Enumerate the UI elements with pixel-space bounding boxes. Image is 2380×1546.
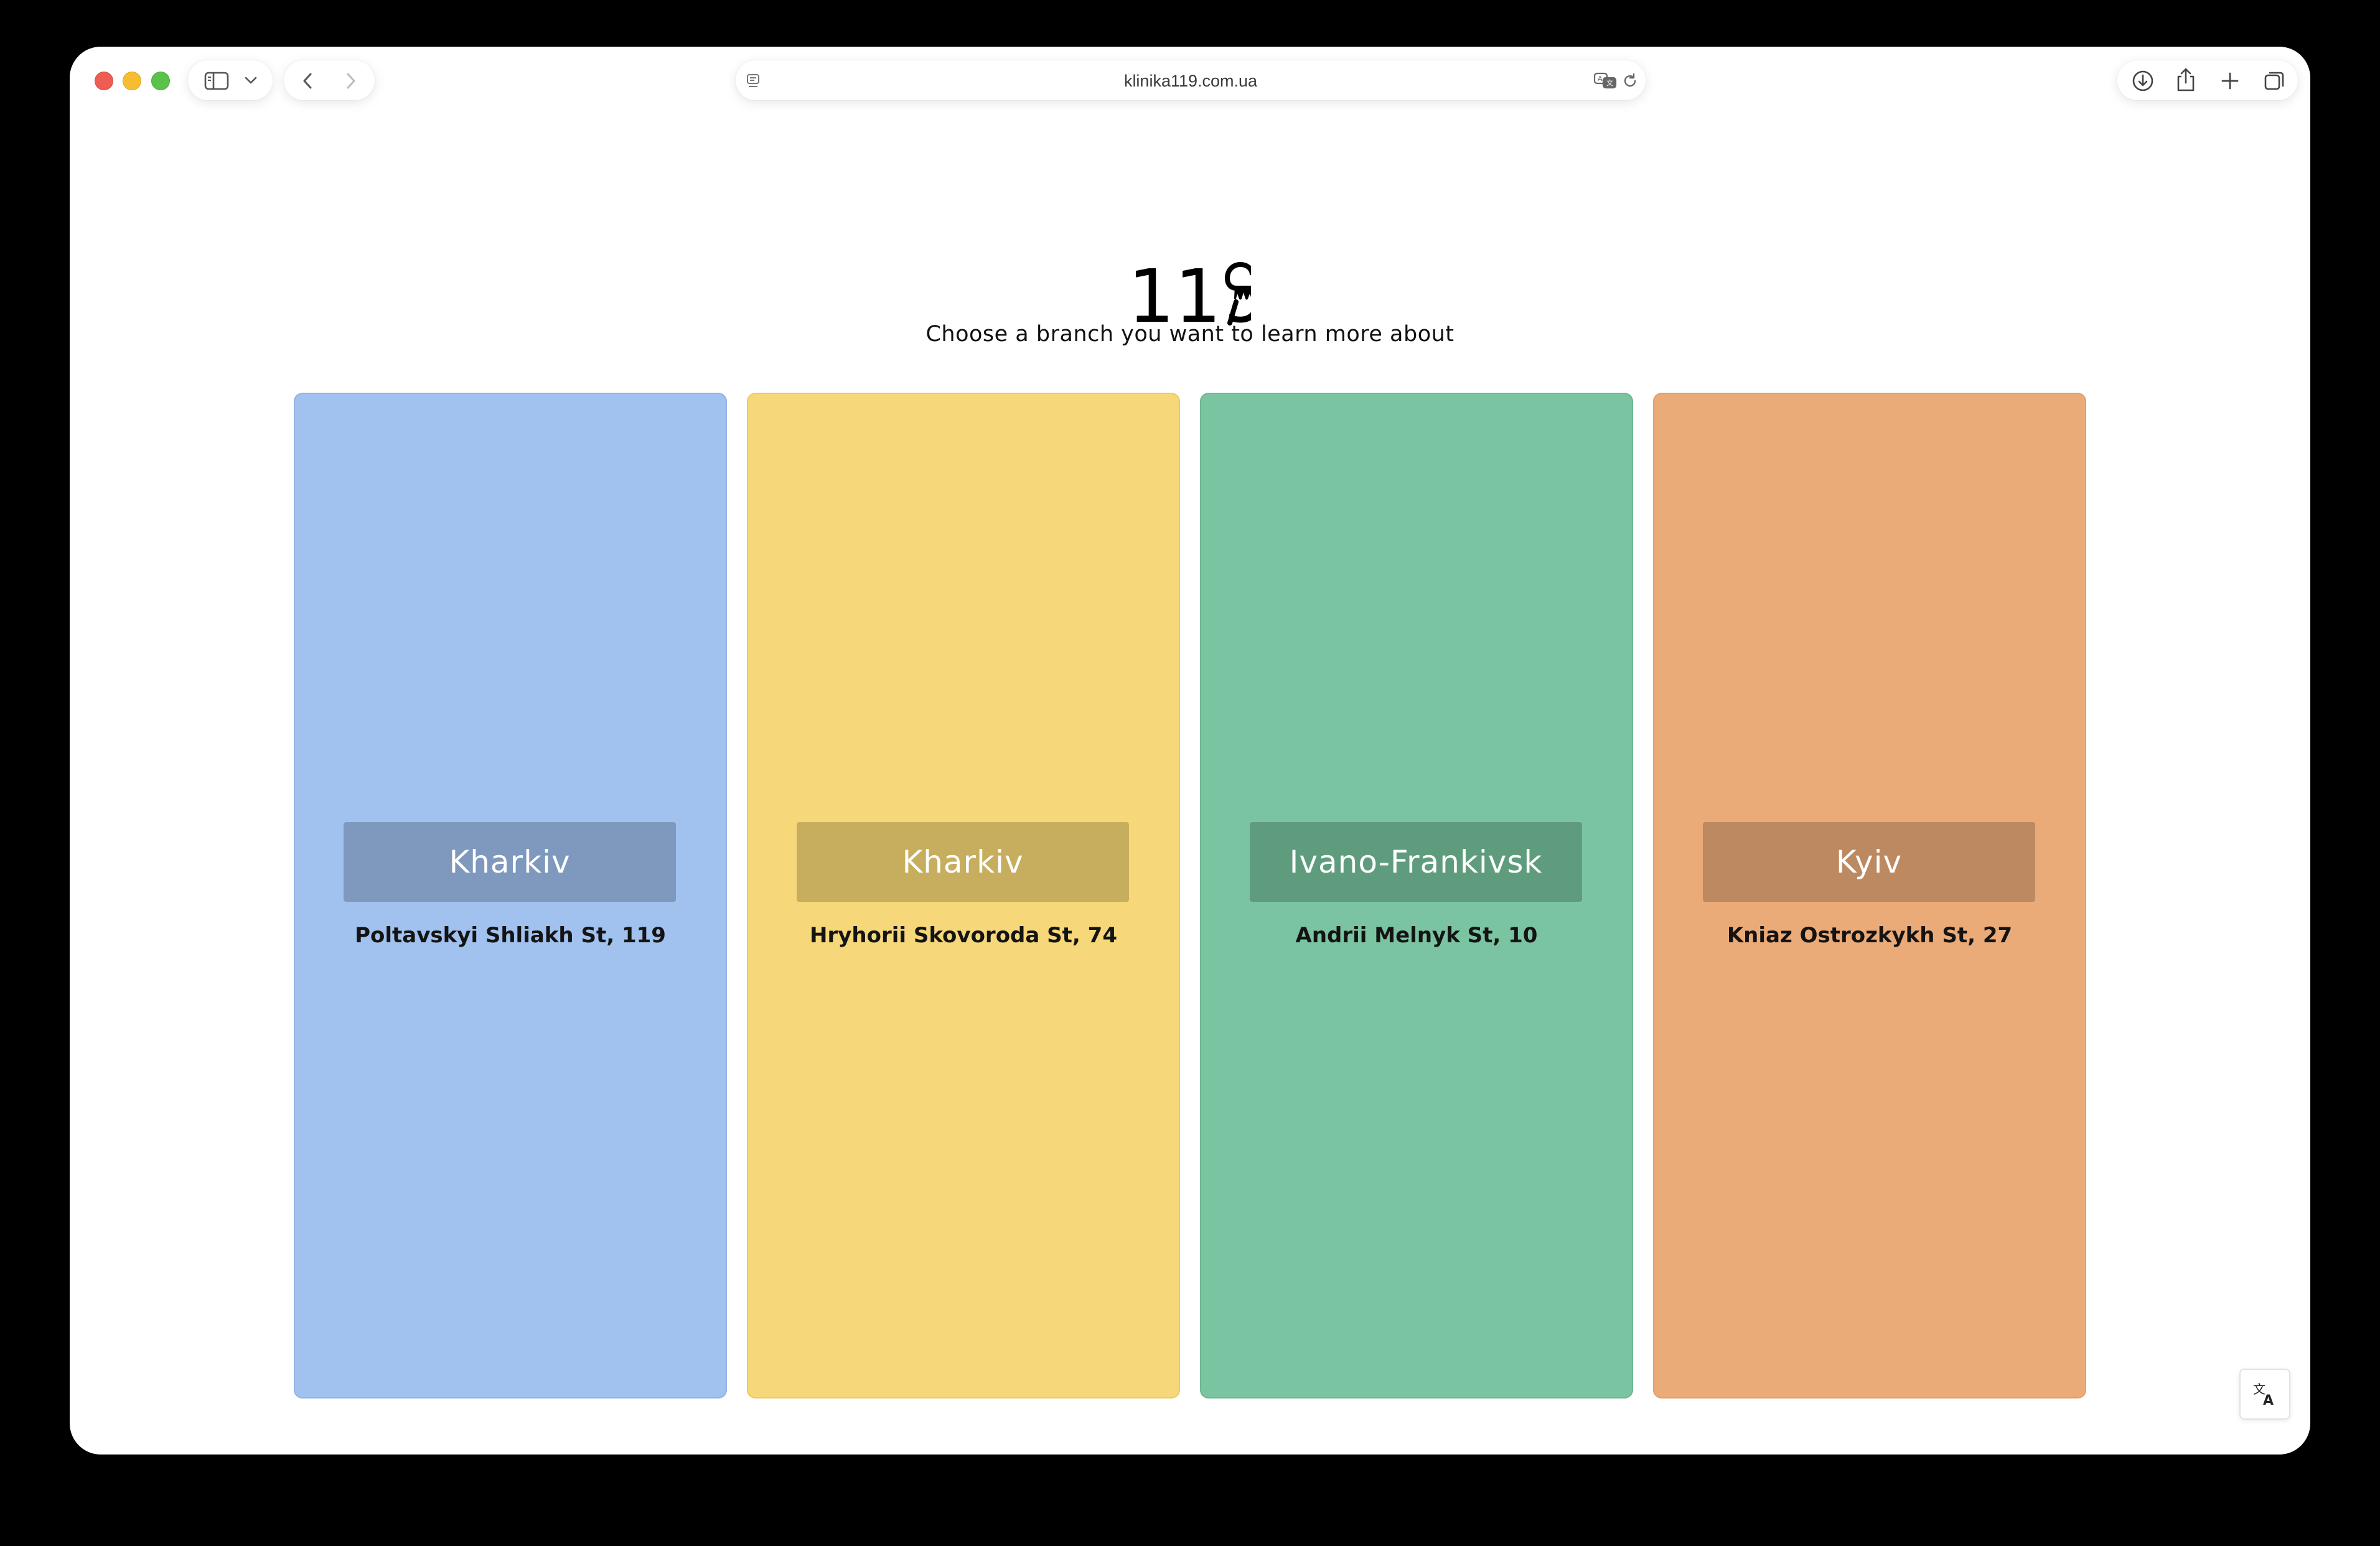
branch-card-ivano-frankivsk[interactable]: Ivano-Frankivsk Andrii Melnyk St, 10 (1200, 393, 1633, 1398)
share-icon[interactable] (2175, 67, 2197, 93)
navigation-group (284, 60, 375, 100)
translate-icon: 文 A (2253, 1382, 2274, 1407)
reload-icon[interactable] (1621, 72, 1639, 90)
branch-address: Poltavskyi Shliakh St, 119 (355, 923, 666, 948)
zoom-window-button[interactable] (151, 72, 170, 90)
page-subtitle: Choose a branch you want to learn more a… (925, 322, 1455, 347)
sidebar-toggle-group (188, 60, 273, 100)
branch-city-button[interactable]: Kyiv (1703, 822, 2035, 902)
minimize-window-button[interactable] (123, 72, 141, 90)
sidebar-icon[interactable] (204, 72, 229, 90)
branch-card-kharkiv-skovoroda[interactable]: Kharkiv Hryhorii Skovoroda St, 74 (747, 393, 1180, 1398)
branch-card-kyiv[interactable]: Kyiv Kniaz Ostrozkykh St, 27 (1653, 393, 2086, 1398)
chevron-left-icon[interactable] (300, 72, 315, 90)
branch-card-kharkiv-poltavskyi[interactable]: Kharkiv Poltavskyi Shliakh St, 119 (294, 393, 727, 1398)
translate-widget-button[interactable]: 文 A (2239, 1369, 2290, 1420)
svg-text:A: A (1598, 75, 1603, 83)
branch-address: Hryhorii Skovoroda St, 74 (810, 923, 1117, 948)
toolbar-actions (2117, 60, 2298, 100)
url-text[interactable]: klinika119.com.ua (736, 72, 1646, 91)
browser-toolbar: klinika119.com.ua A 文 (70, 47, 2310, 111)
plus-icon[interactable] (2219, 70, 2241, 91)
branch-address: Andrii Melnyk St, 10 (1295, 923, 1538, 948)
svg-text:文: 文 (1606, 78, 1613, 87)
address-bar[interactable]: klinika119.com.ua A 文 (736, 60, 1646, 100)
download-icon[interactable] (2131, 69, 2155, 93)
chevron-right-icon[interactable] (344, 72, 358, 90)
branch-city-button[interactable]: Kharkiv (797, 822, 1129, 902)
tabs-overview-icon[interactable] (2263, 69, 2287, 93)
chevron-down-icon[interactable] (244, 75, 258, 85)
svg-text:A: A (2263, 1393, 2274, 1407)
translate-icon[interactable]: A 文 (1593, 72, 1618, 90)
close-window-button[interactable] (95, 72, 113, 90)
browser-window: klinika119.com.ua A 文 11 Choose a branch… (70, 47, 2310, 1455)
branch-city-button[interactable]: Ivano-Frankivsk (1250, 822, 1582, 902)
page-content: 119 Choose a branch you want to learn mo… (70, 111, 2310, 1455)
branch-city-button[interactable]: Kharkiv (344, 822, 676, 902)
clinic-logo[interactable]: 119 (1127, 253, 1251, 328)
branch-address: Kniaz Ostrozkykh St, 27 (1726, 923, 2013, 948)
